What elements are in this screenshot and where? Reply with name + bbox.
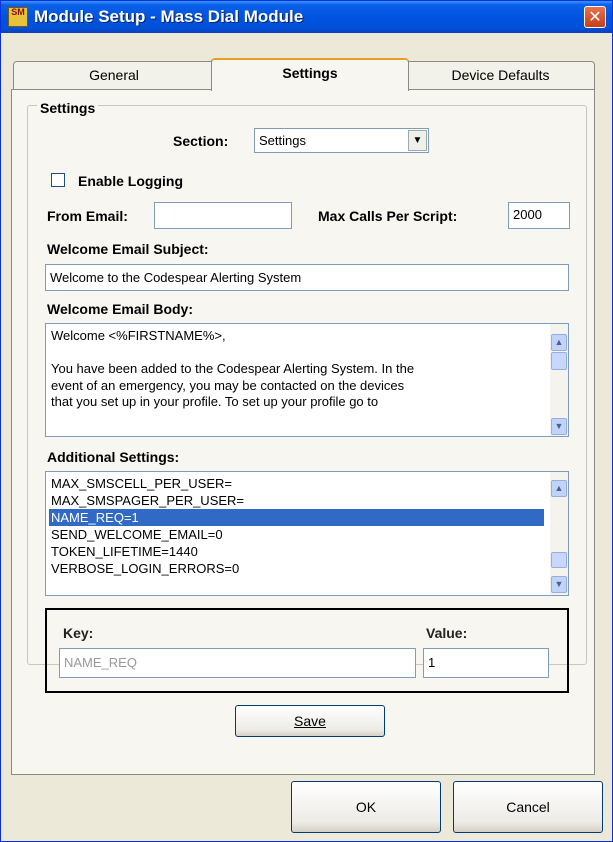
additional-settings-scrollbar[interactable]: ▲ ▼ (550, 472, 568, 595)
welcome-body-line: Welcome <%FIRSTNAME%>, (51, 328, 226, 343)
save-button[interactable]: Save (235, 705, 385, 737)
additional-settings-label: Additional Settings: (47, 449, 180, 465)
ok-button[interactable]: OK (291, 781, 441, 833)
value-label: Value: (426, 625, 468, 641)
list-item[interactable]: MAX_SMSPAGER_PER_USER= (49, 492, 544, 509)
settings-group-title: Settings (37, 100, 99, 116)
close-button[interactable]: ✕ (584, 6, 606, 28)
title-bar[interactable]: SM Module Setup - Mass Dial Module ✕ (1, 1, 612, 33)
welcome-body-line: You have been added to the Codespear Ale… (51, 361, 415, 376)
value-field[interactable]: 1 (423, 648, 549, 678)
tab-device-defaults-label: Device Defaults (451, 67, 550, 83)
module-setup-window: SM Module Setup - Mass Dial Module ✕ Gen… (0, 0, 613, 842)
list-item[interactable]: MAX_SMSCELL_PER_USER= (49, 475, 544, 492)
welcome-body-textarea[interactable]: Welcome <%FIRSTNAME%>, You have been add… (45, 323, 569, 437)
list-item[interactable]: TOKEN_LIFETIME=1440 (49, 543, 544, 560)
welcome-body-scrollbar[interactable]: ▲ ▼ (550, 324, 568, 436)
welcome-body-line (51, 345, 545, 362)
key-field[interactable]: NAME_REQ (59, 648, 416, 678)
cancel-button[interactable]: Cancel (453, 781, 603, 833)
welcome-subject-label: Welcome Email Subject: (47, 241, 209, 257)
welcome-subject-field[interactable]: Welcome to the Codespear Alerting System (45, 264, 569, 291)
from-email-field[interactable] (154, 202, 292, 229)
arrow-down-icon[interactable]: ▼ (551, 418, 567, 435)
tab-settings-label: Settings (282, 65, 338, 81)
arrow-up-icon[interactable]: ▲ (551, 334, 567, 351)
tab-device-defaults[interactable]: Device Defaults (406, 61, 595, 89)
scroll-thumb[interactable] (551, 552, 567, 568)
tab-general[interactable]: General (13, 61, 215, 89)
list-item-selected[interactable]: NAME_REQ=1 (49, 509, 544, 526)
section-select-value: Settings (259, 133, 306, 148)
list-item[interactable]: VERBOSE_LOGIN_ERRORS=0 (49, 560, 544, 577)
section-select[interactable]: Settings ▼ (254, 128, 429, 153)
tab-general-label: General (89, 67, 139, 83)
window-title: Module Setup - Mass Dial Module (34, 7, 304, 26)
max-calls-field[interactable]: 2000 (508, 202, 570, 229)
arrow-up-icon[interactable]: ▲ (551, 480, 567, 497)
welcome-body-label: Welcome Email Body: (47, 301, 194, 317)
max-calls-label: Max Calls Per Script: (318, 208, 458, 224)
additional-settings-list[interactable]: MAX_SMSCELL_PER_USER= MAX_SMSPAGER_PER_U… (45, 471, 569, 596)
from-email-label: From Email: (47, 208, 128, 224)
section-label: Section: (173, 133, 229, 149)
enable-logging-checkbox[interactable] (51, 173, 65, 187)
welcome-body-line: event of an emergency, you may be contac… (51, 377, 405, 393)
app-icon: SM (8, 7, 28, 27)
close-icon: ✕ (588, 7, 602, 26)
key-label: Key: (63, 625, 94, 641)
enable-logging-label[interactable]: Enable Logging (78, 173, 183, 189)
welcome-body-line: that you set up in your profile. To set … (51, 394, 379, 409)
arrow-down-icon[interactable]: ▼ (551, 576, 567, 593)
tab-settings[interactable]: Settings (211, 58, 409, 91)
list-item[interactable]: SEND_WELCOME_EMAIL=0 (49, 526, 544, 543)
chevron-down-icon[interactable]: ▼ (408, 130, 427, 151)
scroll-thumb[interactable] (551, 352, 567, 370)
welcome-body-text: Welcome <%FIRSTNAME%>, You have been add… (51, 328, 545, 411)
